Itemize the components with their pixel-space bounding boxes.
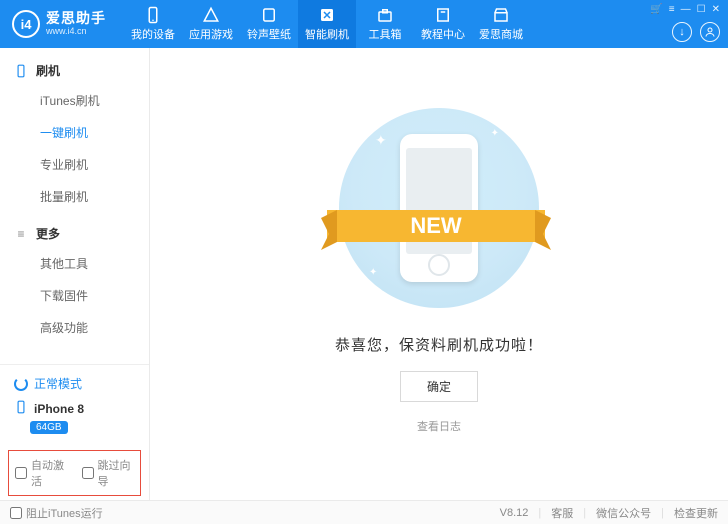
brand-text: 爱思助手 www.i4.cn bbox=[46, 11, 106, 36]
version-label: V8.12 bbox=[500, 507, 529, 519]
sidebar-item-download-fw[interactable]: 下载固件 bbox=[0, 280, 149, 310]
brand: i4 爱思助手 www.i4.cn bbox=[8, 10, 106, 38]
nav-label: 爱思商城 bbox=[479, 26, 523, 42]
sparkle-icon: ✦ bbox=[369, 267, 377, 278]
nav-my-device[interactable]: 我的设备 bbox=[124, 0, 182, 48]
footer: 阻止iTunes运行 V8.12 | 客服 | 微信公众号 | 检查更新 bbox=[0, 500, 728, 524]
user-button[interactable] bbox=[700, 22, 720, 42]
nav-apps[interactable]: 应用游戏 bbox=[182, 0, 240, 48]
book-icon bbox=[434, 6, 452, 24]
footer-left: 阻止iTunes运行 bbox=[10, 505, 103, 521]
phone-icon bbox=[14, 400, 28, 417]
header: i4 爱思助手 www.i4.cn 我的设备 应用游戏 铃声壁纸 智能刷机 bbox=[0, 0, 728, 48]
brand-url: www.i4.cn bbox=[46, 27, 106, 37]
footer-right: V8.12 | 客服 | 微信公众号 | 检查更新 bbox=[500, 505, 718, 521]
phone-icon bbox=[144, 6, 162, 24]
sidebar-group-flash[interactable]: 刷机 bbox=[0, 58, 149, 83]
sidebar-item-other-tools[interactable]: 其他工具 bbox=[0, 248, 149, 278]
menu-icon[interactable]: ≡ bbox=[669, 4, 675, 15]
sidebar-item-batch-flash[interactable]: 批量刷机 bbox=[0, 181, 149, 211]
minimize-icon[interactable]: — bbox=[681, 4, 691, 15]
nav-label: 教程中心 bbox=[421, 26, 465, 42]
apps-icon bbox=[202, 6, 220, 24]
nav-store[interactable]: 爱思商城 bbox=[472, 0, 530, 48]
music-icon bbox=[260, 6, 278, 24]
brand-name: 爱思助手 bbox=[46, 11, 106, 26]
nav-flash[interactable]: 智能刷机 bbox=[298, 0, 356, 48]
ok-button[interactable]: 确定 bbox=[400, 371, 478, 402]
svg-text:NEW: NEW bbox=[410, 213, 462, 238]
skip-guide-label: 跳过向导 bbox=[98, 457, 135, 489]
body: 刷机 iTunes刷机 一键刷机 专业刷机 批量刷机 ≡ 更多 其他工具 下载固… bbox=[0, 48, 728, 500]
sparkle-icon: ✦ bbox=[375, 132, 387, 149]
toolbox-icon bbox=[376, 6, 394, 24]
auto-activate-input[interactable] bbox=[15, 467, 27, 479]
nav-label: 我的设备 bbox=[131, 26, 175, 42]
skip-guide-checkbox[interactable]: 跳过向导 bbox=[82, 457, 135, 489]
refresh-icon bbox=[14, 377, 28, 391]
store-icon bbox=[492, 6, 510, 24]
auto-activate-checkbox[interactable]: 自动激活 bbox=[15, 457, 68, 489]
device-name: iPhone 8 bbox=[34, 402, 84, 416]
sidebar: 刷机 iTunes刷机 一键刷机 专业刷机 批量刷机 ≡ 更多 其他工具 下载固… bbox=[0, 48, 150, 500]
phone-icon bbox=[14, 64, 28, 78]
sidebar-group-label: 刷机 bbox=[36, 62, 60, 79]
sidebar-group-more[interactable]: ≡ 更多 bbox=[0, 221, 149, 246]
new-banner: NEW bbox=[321, 200, 551, 252]
auto-activate-label: 自动激活 bbox=[31, 457, 68, 489]
sidebar-scroll: 刷机 iTunes刷机 一键刷机 专业刷机 批量刷机 ≡ 更多 其他工具 下载固… bbox=[0, 48, 149, 364]
success-text: 恭喜您，保资料刷机成功啦！ bbox=[335, 334, 543, 355]
block-itunes-checkbox[interactable]: 阻止iTunes运行 bbox=[10, 505, 103, 521]
top-nav: 我的设备 应用游戏 铃声壁纸 智能刷机 工具箱 教程中心 bbox=[124, 0, 530, 48]
sidebar-item-itunes-flash[interactable]: iTunes刷机 bbox=[0, 85, 149, 115]
mode-switch[interactable]: 正常模式 bbox=[10, 371, 139, 398]
flash-icon bbox=[318, 6, 336, 24]
sidebar-group-label: 更多 bbox=[36, 225, 60, 242]
nav-label: 智能刷机 bbox=[305, 26, 349, 42]
separator: | bbox=[661, 507, 664, 519]
download-button[interactable]: ↓ bbox=[672, 22, 692, 42]
sparkle-icon: ✦ bbox=[491, 128, 499, 139]
nav-label: 应用游戏 bbox=[189, 26, 233, 42]
nav-label: 工具箱 bbox=[369, 26, 402, 42]
device-row[interactable]: iPhone 8 bbox=[10, 398, 139, 419]
sidebar-bottom: 正常模式 iPhone 8 64GB bbox=[0, 364, 149, 442]
separator: | bbox=[538, 507, 541, 519]
maximize-icon[interactable]: ☐ bbox=[697, 4, 706, 15]
view-log-link[interactable]: 查看日志 bbox=[417, 418, 461, 434]
nav-ringtones[interactable]: 铃声壁纸 bbox=[240, 0, 298, 48]
block-itunes-input[interactable] bbox=[10, 507, 22, 519]
cart-icon[interactable]: 🛒 bbox=[650, 4, 662, 15]
skip-guide-input[interactable] bbox=[82, 467, 94, 479]
more-icon: ≡ bbox=[14, 227, 28, 241]
block-itunes-label: 阻止iTunes运行 bbox=[26, 505, 103, 521]
sidebar-checks-highlight: 自动激活 跳过向导 bbox=[8, 450, 141, 496]
nav-tutorials[interactable]: 教程中心 bbox=[414, 0, 472, 48]
ribbon-icon: NEW bbox=[321, 200, 551, 252]
separator: | bbox=[583, 507, 586, 519]
sidebar-item-oneclick-flash[interactable]: 一键刷机 bbox=[0, 117, 149, 147]
sidebar-item-advanced[interactable]: 高级功能 bbox=[0, 312, 149, 342]
mode-label: 正常模式 bbox=[34, 375, 82, 392]
nav-toolbox[interactable]: 工具箱 bbox=[356, 0, 414, 48]
logo-icon: i4 bbox=[12, 10, 40, 38]
success-graphic: ✦ ✦ ✦ NEW bbox=[319, 108, 559, 308]
wechat-link[interactable]: 微信公众号 bbox=[596, 505, 651, 521]
user-icon bbox=[704, 26, 716, 38]
window-controls: 🛒 ≡ — ☐ ✕ bbox=[650, 4, 720, 15]
app-window: i4 爱思助手 www.i4.cn 我的设备 应用游戏 铃声壁纸 智能刷机 bbox=[0, 0, 728, 524]
support-link[interactable]: 客服 bbox=[551, 505, 573, 521]
nav-label: 铃声壁纸 bbox=[247, 26, 291, 42]
check-update-link[interactable]: 检查更新 bbox=[674, 505, 718, 521]
close-icon[interactable]: ✕ bbox=[712, 4, 720, 15]
storage-badge: 64GB bbox=[30, 421, 68, 434]
main-content: ✦ ✦ ✦ NEW 恭喜您，保资料刷机成功啦！ 确 bbox=[150, 48, 728, 500]
sidebar-item-pro-flash[interactable]: 专业刷机 bbox=[0, 149, 149, 179]
header-extra: ↓ bbox=[672, 22, 720, 42]
